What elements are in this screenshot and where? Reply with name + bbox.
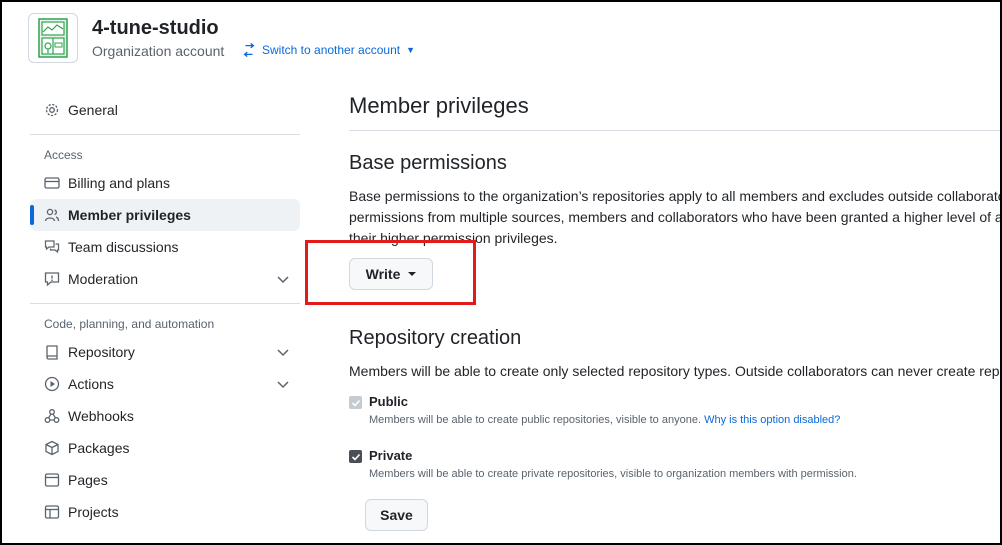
chevron-down-icon[interactable] [276, 377, 290, 391]
switch-arrows-icon [243, 43, 255, 57]
checkmark-icon [351, 399, 360, 407]
sidebar-item-general[interactable]: General [30, 94, 300, 126]
sidebar-item-member-privileges[interactable]: Member privileges [30, 199, 300, 231]
sidebar-item-label: Moderation [68, 271, 139, 287]
people-icon [44, 207, 60, 223]
comment-discussion-icon [44, 239, 60, 255]
sidebar-item-pages[interactable]: Pages [30, 464, 300, 496]
sidebar-item-label: Pages [68, 472, 108, 488]
repo-icon [44, 344, 60, 360]
sidebar-item-label: Billing and plans [68, 175, 170, 191]
credit-card-icon [44, 175, 60, 191]
sidebar-item-label: Webhooks [68, 408, 134, 424]
caret-down-icon: ▼ [406, 45, 416, 55]
org-avatar [28, 13, 78, 63]
repository-creation-heading: Repository creation [349, 327, 522, 349]
base-permissions-desc-line2: permissions from multiple sources, membe… [349, 209, 1002, 225]
report-icon [44, 271, 60, 287]
chevron-down-icon[interactable] [276, 345, 290, 359]
private-option-label: Private [369, 448, 413, 463]
org-type: Organization account [92, 43, 225, 59]
private-checkbox[interactable] [349, 450, 362, 463]
sidebar-divider [30, 134, 300, 135]
repository-creation-desc: Members will be able to create only sele… [349, 363, 1002, 379]
settings-sidebar: General Access Billing and plans Member … [30, 94, 300, 528]
sidebar-item-projects[interactable]: Projects [30, 496, 300, 528]
sidebar-item-label: Projects [68, 504, 119, 520]
sidebar-item-billing[interactable]: Billing and plans [30, 167, 300, 199]
base-permissions-heading: Base permissions [349, 152, 507, 174]
gear-icon [44, 102, 60, 118]
public-checkbox[interactable] [349, 396, 362, 409]
sidebar-item-label: Member privileges [68, 207, 191, 223]
private-option-desc: Members will be able to create private r… [369, 468, 857, 480]
public-option-label: Public [369, 394, 409, 409]
annotation-highlight-box [305, 240, 476, 305]
org-name: 4-tune-studio [92, 17, 219, 39]
sidebar-item-label: Packages [68, 440, 130, 456]
table-icon [44, 504, 60, 520]
public-option-desc-text: Members will be able to create public re… [369, 414, 701, 426]
switch-account-link[interactable]: Switch to another account ▼ [242, 43, 415, 57]
switch-account-label: Switch to another account [262, 43, 401, 57]
page-title: Member privileges [349, 93, 529, 118]
sidebar-item-label: Actions [68, 376, 114, 392]
save-button[interactable]: Save [365, 499, 428, 531]
webhook-icon [44, 408, 60, 424]
package-icon [44, 440, 60, 456]
sidebar-item-team-discussions[interactable]: Team discussions [30, 231, 300, 263]
sidebar-divider [30, 303, 300, 304]
chevron-down-icon[interactable] [276, 272, 290, 286]
sidebar-item-webhooks[interactable]: Webhooks [30, 400, 300, 432]
why-disabled-link[interactable]: Why is this option disabled? [704, 414, 840, 426]
sidebar-section-access: Access [44, 148, 83, 162]
sidebar-item-label: Repository [68, 344, 135, 360]
base-permissions-desc-line1: Base permissions to the organization’s r… [349, 188, 1002, 204]
sidebar-item-actions[interactable]: Actions [30, 368, 300, 400]
org-logo-icon [38, 18, 68, 58]
title-divider [349, 130, 1002, 131]
public-option-desc: Members will be able to create public re… [369, 414, 840, 426]
sidebar-item-label: General [68, 102, 118, 118]
sidebar-item-moderation[interactable]: Moderation [30, 263, 300, 295]
play-icon [44, 376, 60, 392]
sidebar-item-packages[interactable]: Packages [30, 432, 300, 464]
sidebar-section-code: Code, planning, and automation [44, 317, 215, 331]
browser-icon [44, 472, 60, 488]
sidebar-item-repository[interactable]: Repository [30, 336, 300, 368]
checkmark-icon [351, 453, 360, 461]
sidebar-item-label: Team discussions [68, 239, 179, 255]
